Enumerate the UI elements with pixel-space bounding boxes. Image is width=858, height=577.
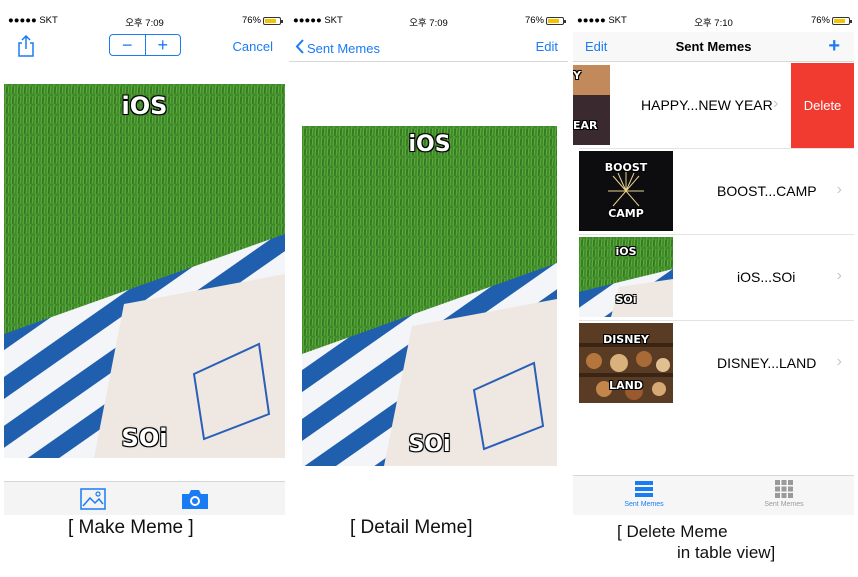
meme-thumbnail: Y EAR [573,65,610,145]
navigation-bar: − + Cancel [4,32,285,62]
navigation-bar: Sent Memes Edit [289,32,568,62]
meme-top-text: iOS [408,132,451,157]
battery-percent: 76% [241,15,261,26]
make-meme-screen: ●●●●● SKT 오후 7:09 76% − + Cancel iOS SOi [4,10,285,515]
chevron-right-icon: › [836,181,842,198]
detail-meme-screen: ●●●●● SKT 오후 7:09 76% Sent Memes Edit iO… [289,10,568,470]
back-label: Sent Memes [307,40,380,56]
delete-button[interactable]: Delete [791,63,854,148]
add-meme-button[interactable]: + [828,35,840,58]
delete-meme-caption-line2: in table view] [677,543,776,562]
thumbnail-bottom-text: EAR [573,119,598,132]
memes-table: Y EAR HAPPY...NEW YEAR › Delete BOOST CA… [573,63,854,413]
font-size-stepper: − + [109,34,181,56]
meme-thumbnail: iOS SOi [579,237,673,317]
share-icon[interactable] [16,34,36,60]
make-meme-caption: [ Make Meme ] [68,517,194,538]
table-row[interactable]: BOOST CAMP BOOST...CAMP › [573,149,854,234]
thumbnail-bottom-text: CAMP [608,207,644,220]
battery-indicator: 76% [810,15,852,26]
chevron-right-icon: › [836,353,842,370]
camera-icon[interactable] [180,488,210,515]
table-row[interactable]: DISNEY LAND DISNEY...LAND › [573,321,854,406]
back-button[interactable]: Sent Memes [295,39,380,57]
increase-button[interactable]: + [144,35,181,55]
meme-label: DISNEY...LAND [717,355,817,371]
meme-label: BOOST...CAMP [717,183,817,199]
delete-meme-screen: ●●●●● SKT 오후 7:10 76% Edit Sent Memes + … [573,10,854,515]
table-row[interactable]: iOS SOi iOS...SOi › [573,235,854,320]
tab-collection-view[interactable]: Sent Memes [739,479,829,508]
thumbnail-top-text: Y [573,69,581,82]
meme-thumbnail: DISNEY LAND [579,323,673,403]
chevron-right-icon: › [773,95,779,112]
delete-meme-caption-line1: [ Delete Meme [617,522,728,541]
meme-image[interactable]: iOS SOi [4,84,285,458]
meme-thumbnail: BOOST CAMP [579,151,673,231]
battery-percent: 76% [524,15,544,26]
thumbnail-bottom-text: SOi [615,293,637,306]
chevron-left-icon [295,39,304,57]
meme-bottom-text[interactable]: SOi [4,424,285,452]
tab-bar: Sent Memes Sent Memes [573,475,854,515]
battery-indicator: 76% [524,15,566,26]
battery-percent: 76% [810,15,830,26]
tab-label: Sent Memes [624,501,664,508]
status-bar: ●●●●● SKT 오후 7:09 76% [289,10,568,32]
photo-album-icon[interactable] [80,488,106,515]
meme-bottom-text: SOi [408,432,451,457]
thumbnail-top-text: BOOST [604,161,648,174]
status-bar: ●●●●● SKT 오후 7:10 76% [573,10,854,32]
status-bar: ●●●●● SKT 오후 7:09 76% [4,10,285,32]
battery-icon [546,16,566,25]
grid-icon [774,479,794,499]
edit-button[interactable]: Edit [536,39,558,54]
meme-label: HAPPY...NEW YEAR [641,97,773,113]
list-icon [634,479,654,499]
tab-label: Sent Memes [764,501,804,508]
meme-top-text[interactable]: iOS [4,92,285,120]
meme-image: iOS SOi [302,126,557,466]
thumbnail-bottom-text: LAND [609,379,643,392]
battery-icon [832,16,852,25]
decrease-button[interactable]: − [110,35,145,55]
cancel-button[interactable]: Cancel [233,39,273,54]
battery-icon [263,16,283,25]
tab-table-view[interactable]: Sent Memes [599,479,689,508]
page-title: Sent Memes [675,39,752,54]
battery-indicator: 76% [241,15,283,26]
navigation-bar: Edit Sent Memes + [573,32,854,62]
detail-meme-caption: [ Detail Meme] [350,517,473,538]
bottom-toolbar [4,481,285,515]
table-row[interactable]: Y EAR HAPPY...NEW YEAR › Delete [573,63,854,148]
thumbnail-top-text: DISNEY [603,333,649,346]
thumbnail-top-text: iOS [615,245,637,258]
meme-label: iOS...SOi [737,269,796,285]
chevron-right-icon: › [836,267,842,284]
